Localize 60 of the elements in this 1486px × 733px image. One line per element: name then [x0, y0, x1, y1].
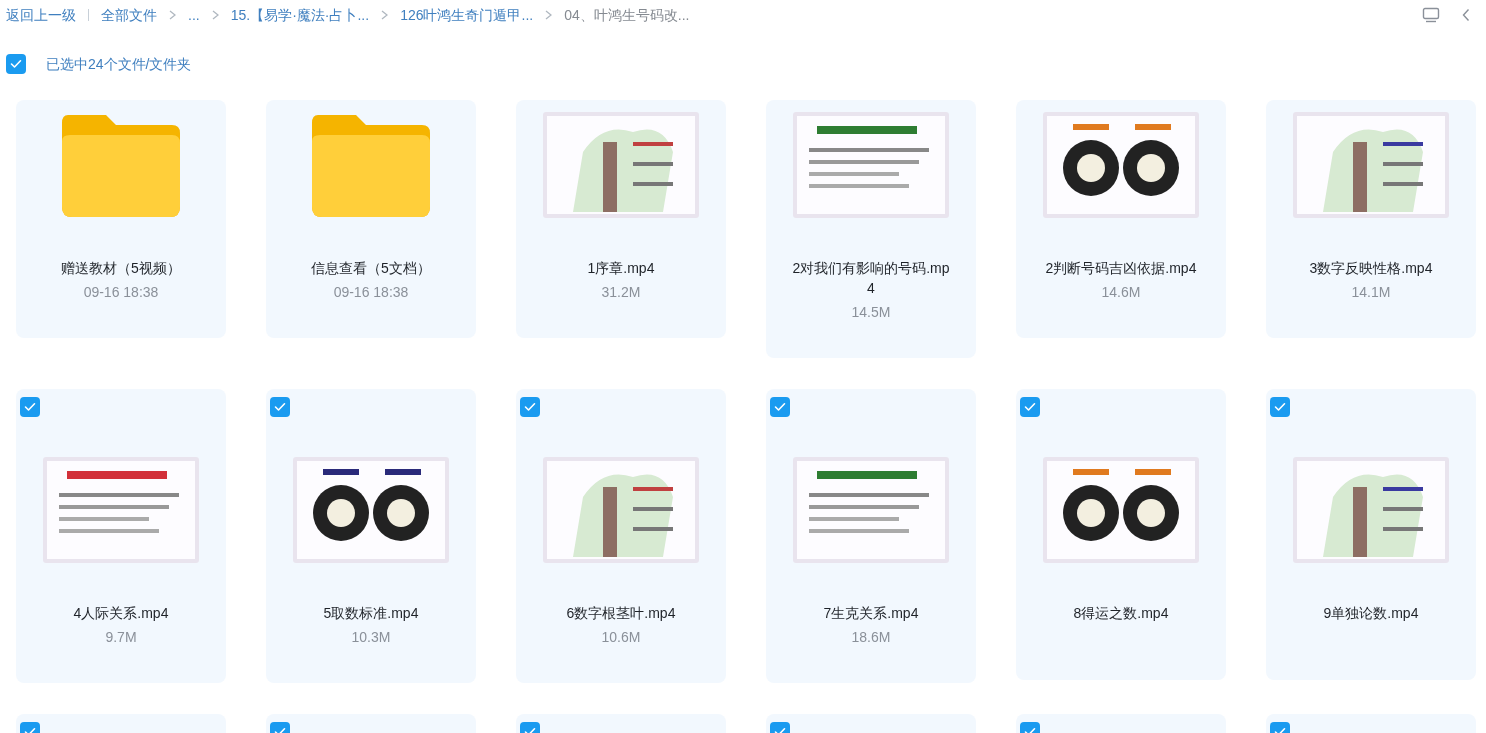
- file-checkbox[interactable]: [20, 397, 40, 417]
- file-checkbox[interactable]: [270, 397, 290, 417]
- file-checkbox[interactable]: [1270, 397, 1290, 417]
- file-name: 1序章.mp4: [586, 259, 656, 278]
- file-card[interactable]: 1序章.mp4 31.2M: [516, 100, 726, 338]
- file-card[interactable]: 8得运之数.mp4: [1016, 389, 1226, 680]
- file-checkbox[interactable]: [1020, 397, 1040, 417]
- file-card[interactable]: 7生克关系.mp4 18.6M: [766, 389, 976, 683]
- file-name: 信息查看（5文档）: [310, 259, 432, 278]
- file-name: 2判断号码吉凶依据.mp4: [1044, 259, 1198, 278]
- file-name: 8得运之数.mp4: [1072, 604, 1170, 623]
- file-name: 7生克关系.mp4: [822, 604, 920, 623]
- file-name: 5取数标准.mp4: [322, 604, 420, 623]
- file-meta: 09-16 18:38: [333, 283, 409, 302]
- file-card[interactable]: 6数字根茎叶.mp4 10.6M: [516, 389, 726, 683]
- chevron-icon: [545, 10, 553, 20]
- file-meta: 9.7M: [105, 628, 137, 647]
- file-name: 6数字根茎叶.mp4: [565, 604, 677, 623]
- file-meta: 09-16 18:38: [83, 283, 159, 302]
- check-icon: [1024, 402, 1036, 412]
- breadcrumb-link[interactable]: 04、叶鸿生号码改...: [564, 4, 690, 26]
- file-meta: 31.2M: [601, 283, 641, 302]
- file-card[interactable]: 5取数标准.mp4 10.3M: [266, 389, 476, 683]
- breadcrumb-link[interactable]: ...: [188, 4, 200, 26]
- file-name: 4人际关系.mp4: [72, 604, 170, 623]
- select-all-checkbox[interactable]: [6, 54, 26, 74]
- chevron-icon: [211, 10, 219, 20]
- file-card[interactable]: 赠送教材（5视频） 09-16 18:38: [16, 100, 226, 338]
- check-icon: [774, 402, 786, 412]
- file-card[interactable]: 2判断号码吉凶依据.mp4 14.6M: [1016, 100, 1226, 338]
- file-meta: 18.6M: [851, 628, 891, 647]
- check-icon: [24, 402, 36, 412]
- check-icon: [274, 402, 286, 412]
- file-meta: 10.6M: [601, 628, 641, 647]
- file-meta: 14.5M: [851, 303, 891, 322]
- file-card[interactable]: 3数字反映性格.mp4 14.1M: [1266, 100, 1476, 338]
- file-meta: 10.3M: [351, 628, 391, 647]
- check-icon: [1274, 402, 1286, 412]
- check-icon: [10, 59, 22, 69]
- breadcrumb-link[interactable]: 15.【易学·魔法·占卜...: [230, 4, 370, 26]
- file-card[interactable]: 2对我们有影响的号码.mp4 14.5M: [766, 100, 976, 358]
- chevron-icon: [381, 10, 389, 20]
- chevron-icon: [169, 10, 176, 20]
- file-name: 3数字反映性格.mp4: [1308, 259, 1434, 278]
- breadcrumb-link[interactable]: 全部文件: [101, 4, 157, 26]
- file-name: 赠送教材（5视频）: [60, 259, 182, 278]
- breadcrumb-link[interactable]: 126叶鸿生奇门遁甲...: [400, 4, 534, 26]
- file-checkbox[interactable]: [770, 397, 790, 417]
- file-card[interactable]: 4人际关系.mp4 9.7M: [16, 389, 226, 683]
- check-icon: [524, 402, 536, 412]
- file-meta: 14.1M: [1351, 283, 1391, 302]
- file-meta: 14.6M: [1101, 283, 1141, 302]
- file-checkbox[interactable]: [520, 397, 540, 417]
- file-card[interactable]: 9单独论数.mp4: [1266, 389, 1476, 680]
- file-card[interactable]: 信息查看（5文档） 09-16 18:38: [266, 100, 476, 338]
- file-name: 2对我们有影响的号码.mp4: [791, 259, 951, 298]
- file-name: 9单独论数.mp4: [1322, 604, 1420, 623]
- selection-count: 已选中24个文件/文件夹: [46, 54, 192, 74]
- monitor-icon[interactable]: [1422, 7, 1440, 23]
- back-link[interactable]: 返回上一级: [6, 4, 76, 26]
